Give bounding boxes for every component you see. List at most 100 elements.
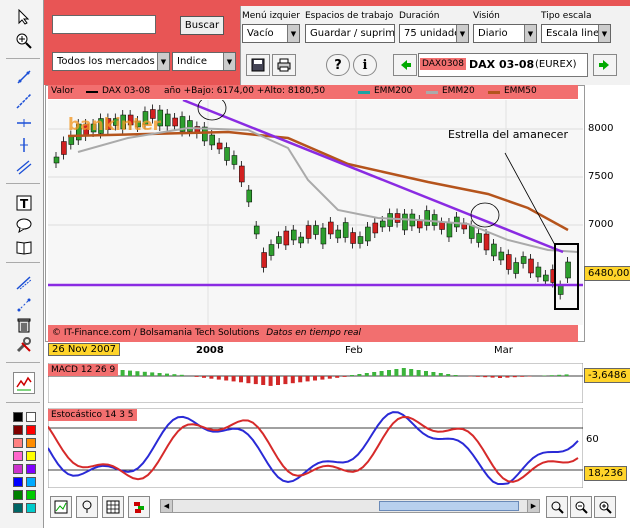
duration-select[interactable]: 75 unidades ▼: [399, 24, 469, 43]
market-select[interactable]: Todos los mercados ▼: [52, 52, 170, 71]
color-swatch-aqua[interactable]: [26, 503, 36, 513]
comment-icon[interactable]: [13, 214, 35, 236]
trend-line-icon[interactable]: [13, 90, 35, 112]
chart-export-icon[interactable]: [50, 496, 72, 518]
bookmark-icon[interactable]: [76, 496, 98, 518]
top-toolbar: Buscar Todos los mercados ▼ Indice ▼ Menú …: [44, 0, 630, 85]
horizontal-line-icon[interactable]: [13, 112, 35, 134]
view-select[interactable]: Diario ▼: [473, 24, 537, 43]
print-icon[interactable]: [272, 54, 296, 76]
workspace-select[interactable]: Guardar / suprimir: [305, 24, 395, 43]
color-swatch-red[interactable]: [26, 425, 36, 435]
scroll-right-icon[interactable]: ▶: [527, 500, 539, 512]
price-chart: Estrella del amanecer bankinter: [48, 100, 583, 325]
legend-emm200: EMM200: [374, 86, 413, 96]
zoom-plus-icon[interactable]: [13, 30, 35, 52]
chevron-down-icon: ▼: [598, 25, 610, 42]
time-label-mar: Mar: [494, 345, 513, 356]
price-tick-8000: 8000: [588, 123, 614, 134]
scale-label: Tipo escala: [541, 11, 592, 21]
chevron-down-icon: ▼: [287, 25, 299, 42]
color-swatch-lime[interactable]: [26, 490, 36, 500]
color-swatch-white[interactable]: [26, 412, 36, 422]
next-instrument-icon[interactable]: [593, 54, 617, 76]
workspace-label: Espacios de trabajo: [305, 11, 394, 21]
text-icon[interactable]: T: [13, 192, 35, 214]
view-label: Visión: [473, 11, 500, 21]
stochastic-value-tag: 18,236: [584, 466, 627, 481]
chart-legend: Valor DAX 03-08 año +Bajo: 6174,00 +Alto…: [48, 85, 578, 99]
color-swatch-magenta[interactable]: [13, 451, 23, 461]
vertical-line-icon[interactable]: [13, 134, 35, 156]
legend-info: año +Bajo: 6174,00 +Alto: 8180,50: [164, 86, 326, 96]
book-icon[interactable]: [13, 236, 35, 258]
legend-emm20: EMM20: [442, 86, 475, 96]
scroll-left-icon[interactable]: ◀: [161, 500, 173, 512]
color-swatch-maroon[interactable]: [13, 425, 23, 435]
date-tag: 26 Nov 2007: [48, 343, 121, 356]
chevron-down-icon: ▼: [223, 53, 235, 70]
channel-icon[interactable]: [13, 156, 35, 178]
left-toolbar: T: [0, 0, 44, 528]
zoom-in-icon[interactable]: [594, 496, 616, 518]
macd-chart: [48, 363, 583, 403]
save-icon[interactable]: [246, 54, 270, 76]
color-swatch-black[interactable]: [13, 412, 23, 422]
chevron-down-icon: ▼: [524, 25, 536, 42]
color-swatch-green[interactable]: [13, 490, 23, 500]
color-swatch-orange[interactable]: [26, 438, 36, 448]
chevron-down-icon: ▼: [157, 53, 169, 70]
color-swatch-cyan[interactable]: [26, 477, 36, 487]
time-label-2008: 2008: [196, 345, 224, 356]
indicator-icon[interactable]: [13, 372, 35, 394]
svg-text:T: T: [20, 197, 29, 211]
watermark: bankinter: [68, 115, 162, 135]
annotation-text: Estrella del amanecer: [448, 128, 568, 141]
type-select[interactable]: Indice ▼: [172, 52, 236, 71]
source-footer: © IT-Finance.com / Bolsamania Tech Solut…: [48, 325, 578, 342]
grid-icon[interactable]: [102, 496, 124, 518]
pointer-icon[interactable]: [13, 6, 35, 28]
layers-icon[interactable]: [128, 496, 150, 518]
retrace-icon[interactable]: [13, 294, 35, 316]
chevron-down-icon: ▼: [456, 25, 468, 42]
instrument-code: DAX0308: [420, 58, 466, 70]
legend-valor: Valor: [51, 86, 74, 96]
color-swatch-teal[interactable]: [13, 503, 23, 513]
instrument-exchange: (EUREX): [535, 59, 577, 70]
zoom-out-icon[interactable]: [570, 496, 592, 518]
type-select-value: Indice: [177, 56, 208, 67]
left-menu-value: Vacío: [247, 28, 274, 39]
color-swatch-blue[interactable]: [13, 477, 23, 487]
color-swatch-purple[interactable]: [13, 464, 23, 474]
color-swatch-pink[interactable]: [13, 438, 23, 448]
trend-icon[interactable]: [13, 272, 35, 294]
color-swatch-yellow[interactable]: [26, 451, 36, 461]
search-input[interactable]: [52, 15, 156, 34]
duration-label: Duración: [399, 11, 440, 21]
help-icon[interactable]: ?: [326, 54, 350, 76]
previous-instrument-icon[interactable]: [393, 54, 417, 76]
price-tick-7500: 7500: [588, 171, 614, 182]
realtime-text: Datos en tiempo real: [266, 328, 362, 338]
color-swatch-violet[interactable]: [26, 464, 36, 474]
legend-series: DAX 03-08: [102, 86, 151, 96]
scrollbar-thumb[interactable]: [379, 501, 519, 511]
search-button[interactable]: Buscar: [180, 16, 224, 35]
view-value: Diario: [478, 28, 508, 39]
market-select-value: Todos los mercados: [57, 56, 155, 67]
scale-select[interactable]: Escala lineal ▼: [541, 24, 611, 43]
source-text: © IT-Finance.com / Bolsamania Tech Solut…: [52, 328, 260, 338]
left-menu-select[interactable]: Vacío ▼: [242, 24, 300, 43]
tools-icon[interactable]: [13, 334, 35, 356]
info-icon[interactable]: i: [353, 54, 377, 76]
workspace-value: Guardar / suprimir: [310, 28, 395, 39]
last-price-tag: 6480,00: [584, 266, 630, 281]
horizontal-scrollbar[interactable]: ◀ ▶: [160, 499, 540, 513]
macd-value-tag: -3,6486: [584, 368, 630, 383]
zoom-fit-icon[interactable]: [546, 496, 568, 518]
trash-icon[interactable]: [13, 314, 35, 336]
legend-emm50: EMM50: [504, 86, 537, 96]
line-icon[interactable]: [13, 66, 35, 88]
instrument-box: DAX0308 DAX 03-08 (EUREX): [418, 53, 588, 77]
